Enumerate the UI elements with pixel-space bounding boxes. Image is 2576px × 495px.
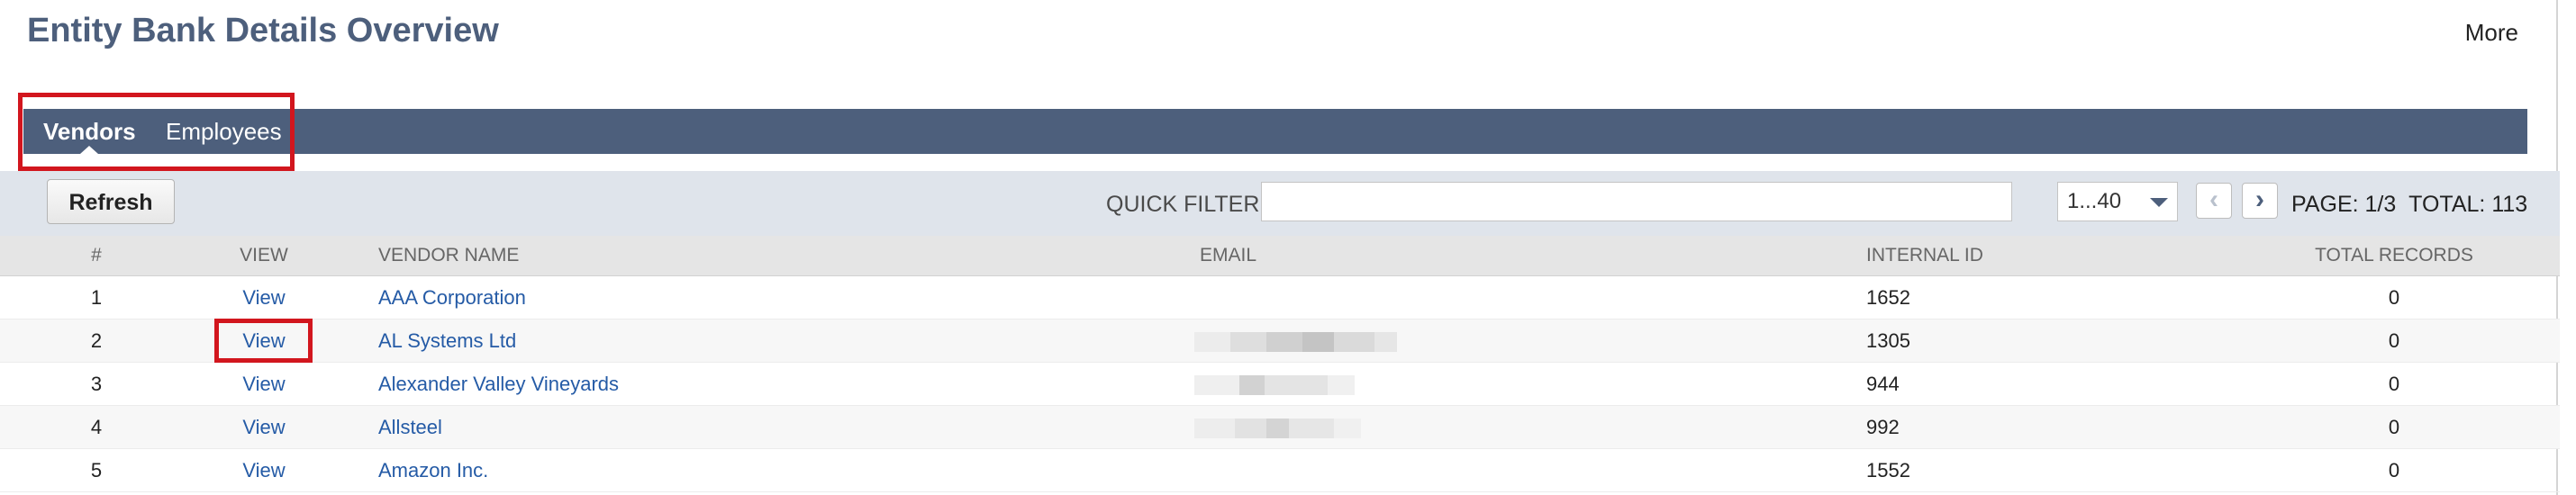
row-number: 3: [90, 373, 103, 395]
table-row: 1 View AAA Corporation 1652 0: [0, 276, 2560, 320]
page-range-value: 1...40: [2067, 189, 2122, 213]
refresh-button[interactable]: Refresh: [47, 179, 175, 224]
tab-employees[interactable]: Employees: [166, 109, 282, 154]
next-page-button[interactable]: ›: [2242, 183, 2278, 219]
tab-label: Vendors: [43, 118, 136, 145]
view-link[interactable]: View: [242, 449, 285, 491]
tab-label: Employees: [166, 118, 282, 145]
total-records: 0: [2388, 286, 2400, 309]
view-link[interactable]: View: [242, 363, 285, 405]
table-row: 5 View Amazon Inc. 1552 0: [0, 449, 2560, 492]
caret-down-icon: [2150, 198, 2168, 207]
table-row: 3 View Alexander Valley Vineyards 944 0: [0, 363, 2560, 406]
column-header-number[interactable]: #: [91, 236, 102, 275]
prev-page-button[interactable]: ‹: [2196, 183, 2232, 219]
column-header-view[interactable]: VIEW: [240, 236, 288, 275]
internal-id: 1552: [1866, 459, 1910, 482]
list-toolbar: Refresh QUICK FILTER: 1...40 ‹ › PAGE: 1…: [0, 171, 2560, 236]
total-records: 0: [2388, 459, 2400, 482]
column-header-email[interactable]: EMAIL: [1200, 236, 1256, 275]
email-redacted: [1194, 332, 1397, 352]
vendor-name-link[interactable]: AL Systems Ltd: [378, 320, 516, 362]
internal-id: 992: [1866, 416, 1900, 438]
row-number: 2: [90, 329, 103, 352]
view-link[interactable]: View: [242, 320, 285, 362]
column-header-total-records[interactable]: TOTAL RECORDS: [2315, 236, 2473, 275]
page-indicator: PAGE: 1/3: [2291, 192, 2397, 217]
email-redacted: [1194, 418, 1361, 438]
vendor-name-link[interactable]: Amazon Inc.: [378, 449, 488, 491]
more-link[interactable]: More: [2465, 18, 2518, 47]
page-range-select[interactable]: 1...40: [2057, 182, 2178, 221]
subtab-bar: Vendors Employees: [23, 109, 2527, 154]
total-count: TOTAL: 113: [2408, 192, 2528, 217]
email-redacted: [1194, 375, 1355, 395]
total-records: 0: [2388, 416, 2400, 438]
tab-vendors[interactable]: Vendors: [43, 109, 136, 154]
vendor-name-link[interactable]: Alexander Valley Vineyards: [378, 363, 619, 405]
view-link[interactable]: View: [242, 406, 285, 448]
quick-filter-input[interactable]: [1261, 182, 2012, 221]
vendor-name-link[interactable]: Allsteel: [378, 406, 442, 448]
chevron-right-icon: ›: [2255, 184, 2264, 214]
internal-id: 1652: [1866, 286, 1910, 309]
vendor-name-link[interactable]: AAA Corporation: [378, 276, 526, 319]
row-number: 5: [90, 459, 103, 482]
total-records: 0: [2388, 373, 2400, 395]
row-number: 1: [90, 286, 103, 309]
chevron-left-icon: ‹: [2209, 184, 2218, 214]
quick-filter-label: QUICK FILTER:: [1106, 192, 1266, 217]
total-records: 0: [2388, 329, 2400, 352]
internal-id: 1305: [1866, 329, 1910, 352]
column-header-internal-id[interactable]: INTERNAL ID: [1866, 236, 1983, 275]
table-row: 2 View AL Systems Ltd 1305 0: [0, 320, 2560, 363]
column-header-vendor-name[interactable]: VENDOR NAME: [378, 236, 519, 275]
table-row: 4 View Allsteel 992 0: [0, 406, 2560, 449]
view-link[interactable]: View: [242, 276, 285, 319]
table-header: # VIEW VENDOR NAME EMAIL INTERNAL ID TOT…: [0, 236, 2560, 276]
page-title: Entity Bank Details Overview: [27, 12, 499, 50]
row-number: 4: [90, 416, 103, 438]
active-tab-pointer: [80, 146, 99, 154]
pagination-info: PAGE: 1/3 TOTAL: 113: [2291, 191, 2527, 218]
internal-id: 944: [1866, 373, 1900, 395]
